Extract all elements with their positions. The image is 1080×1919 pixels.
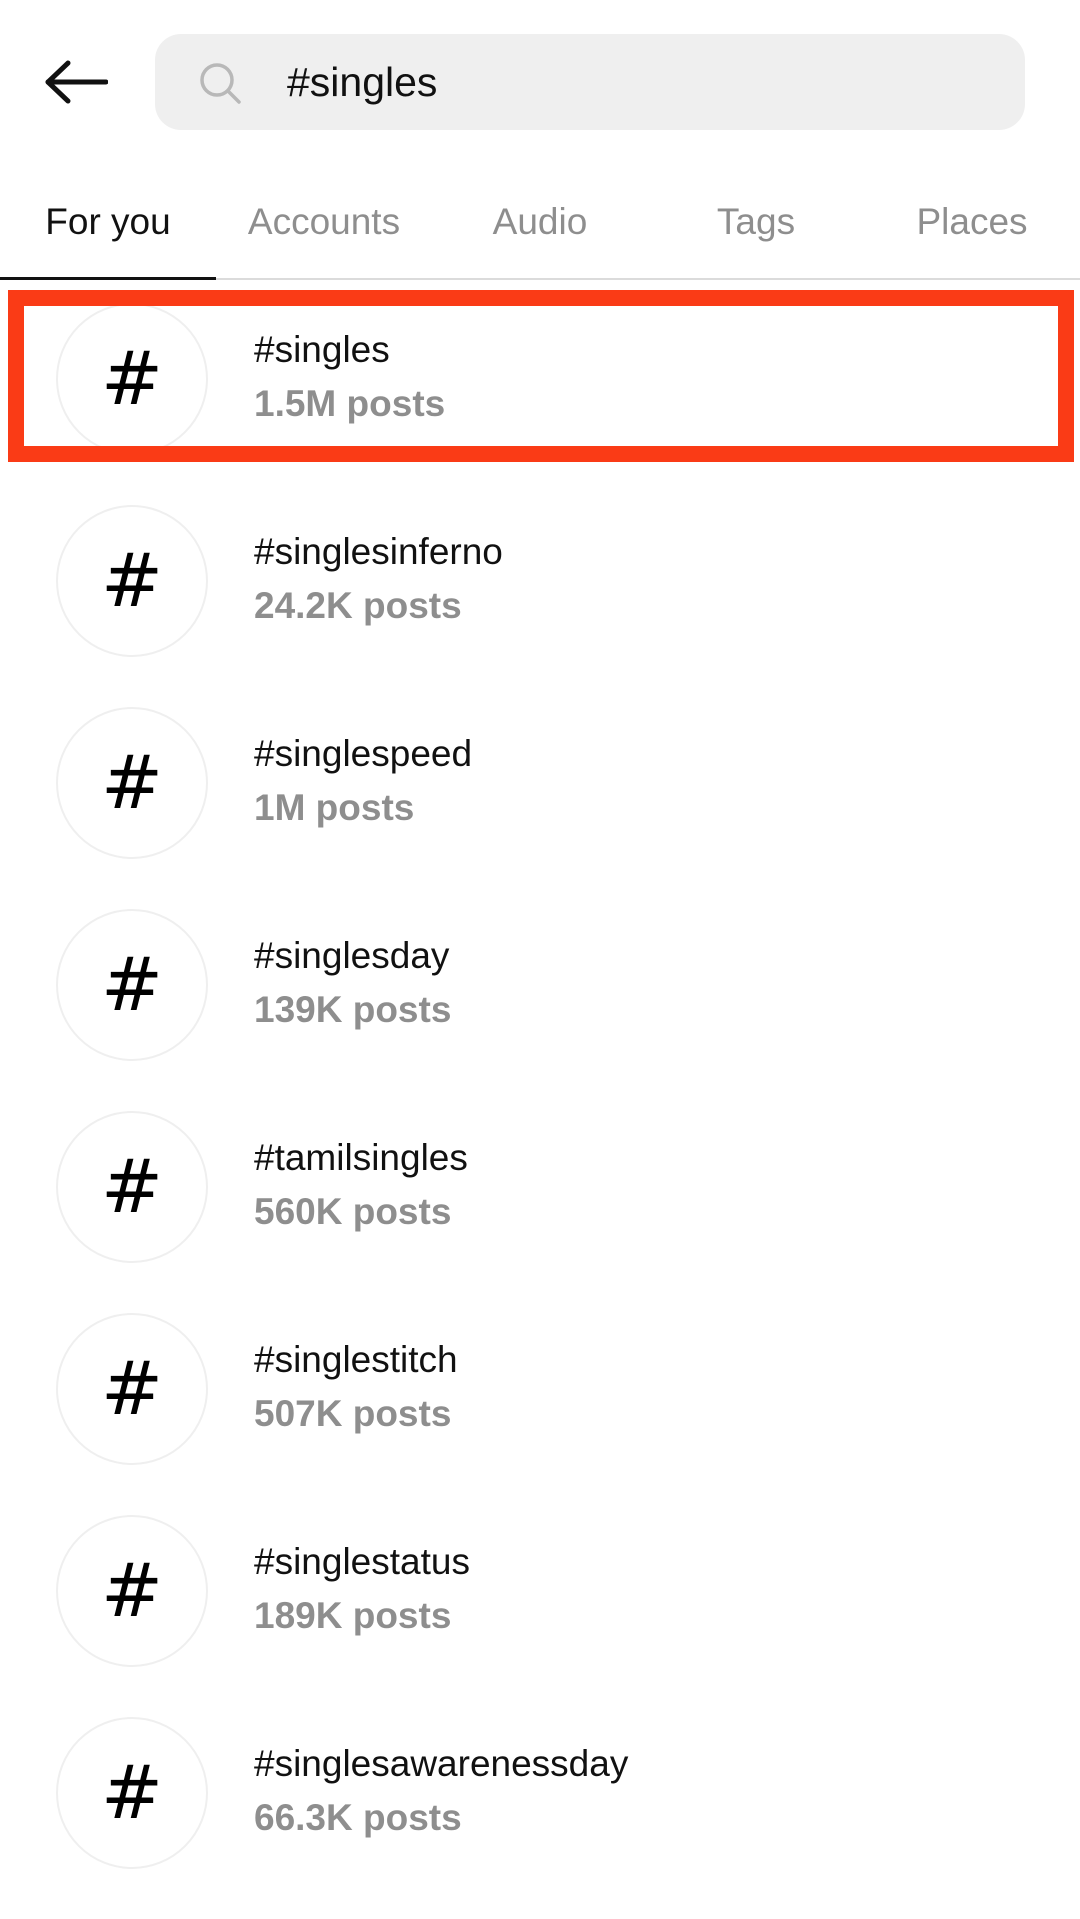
tab-audio[interactable]: Audio — [432, 165, 648, 278]
tab-places[interactable]: Places — [864, 165, 1080, 278]
search-tabs: For you Accounts Audio Tags Places — [0, 165, 1080, 280]
hashtag-name: #tamilsingles — [254, 1137, 468, 1178]
hashtag-name: #singlesawarenessday — [254, 1743, 629, 1784]
back-button[interactable] — [36, 46, 116, 118]
result-row[interactable]: # #singlespeed 1M posts — [0, 707, 1080, 909]
tab-for-you[interactable]: For you — [0, 165, 216, 280]
hashtag-icon: # — [56, 707, 208, 859]
result-row[interactable]: # #singlestatus 189K posts — [0, 1515, 1080, 1717]
tab-accounts[interactable]: Accounts — [216, 165, 432, 278]
hashtag-post-count: 1.5M posts — [254, 383, 446, 424]
search-input[interactable] — [287, 50, 987, 114]
hashtag-post-count: 66.3K posts — [254, 1797, 462, 1838]
search-icon — [200, 63, 241, 104]
hashtag-name: #singles — [254, 329, 390, 370]
hashtag-post-count: 560K posts — [254, 1191, 452, 1232]
result-row[interactable]: # #singlesawarenessday 66.3K posts — [0, 1717, 1080, 1919]
hashtag-icon: # — [56, 909, 208, 1061]
hashtag-name: #singlestitch — [254, 1339, 458, 1380]
result-row[interactable]: # #singlesday 139K posts — [0, 909, 1080, 1111]
search-bar[interactable] — [155, 34, 1025, 130]
hashtag-name: #singlestatus — [254, 1541, 470, 1582]
hashtag-icon: # — [56, 1111, 208, 1263]
result-row[interactable]: # #singles 1.5M posts — [0, 303, 1080, 505]
hashtag-post-count: 189K posts — [254, 1595, 452, 1636]
results-list: # #singles 1.5M posts # #singlesinferno … — [0, 303, 1080, 1919]
hashtag-icon: # — [56, 1313, 208, 1465]
result-row[interactable]: # #singlesinferno 24.2K posts — [0, 505, 1080, 707]
hashtag-post-count: 24.2K posts — [254, 585, 462, 626]
tab-tags[interactable]: Tags — [648, 165, 864, 278]
result-row[interactable]: # #tamilsingles 560K posts — [0, 1111, 1080, 1313]
hashtag-icon: # — [56, 505, 208, 657]
hashtag-post-count: 139K posts — [254, 989, 452, 1030]
hashtag-icon: # — [56, 1515, 208, 1667]
result-row[interactable]: # #singlestitch 507K posts — [0, 1313, 1080, 1515]
hashtag-name: #singlesinferno — [254, 531, 503, 572]
hashtag-post-count: 1M posts — [254, 787, 415, 828]
hashtag-icon: # — [56, 303, 208, 455]
hashtag-post-count: 507K posts — [254, 1393, 452, 1434]
hashtag-icon: # — [56, 1717, 208, 1869]
arrow-left-icon — [45, 60, 108, 104]
search-header — [0, 0, 1080, 165]
hashtag-name: #singlesday — [254, 935, 450, 976]
hashtag-name: #singlespeed — [254, 733, 473, 774]
